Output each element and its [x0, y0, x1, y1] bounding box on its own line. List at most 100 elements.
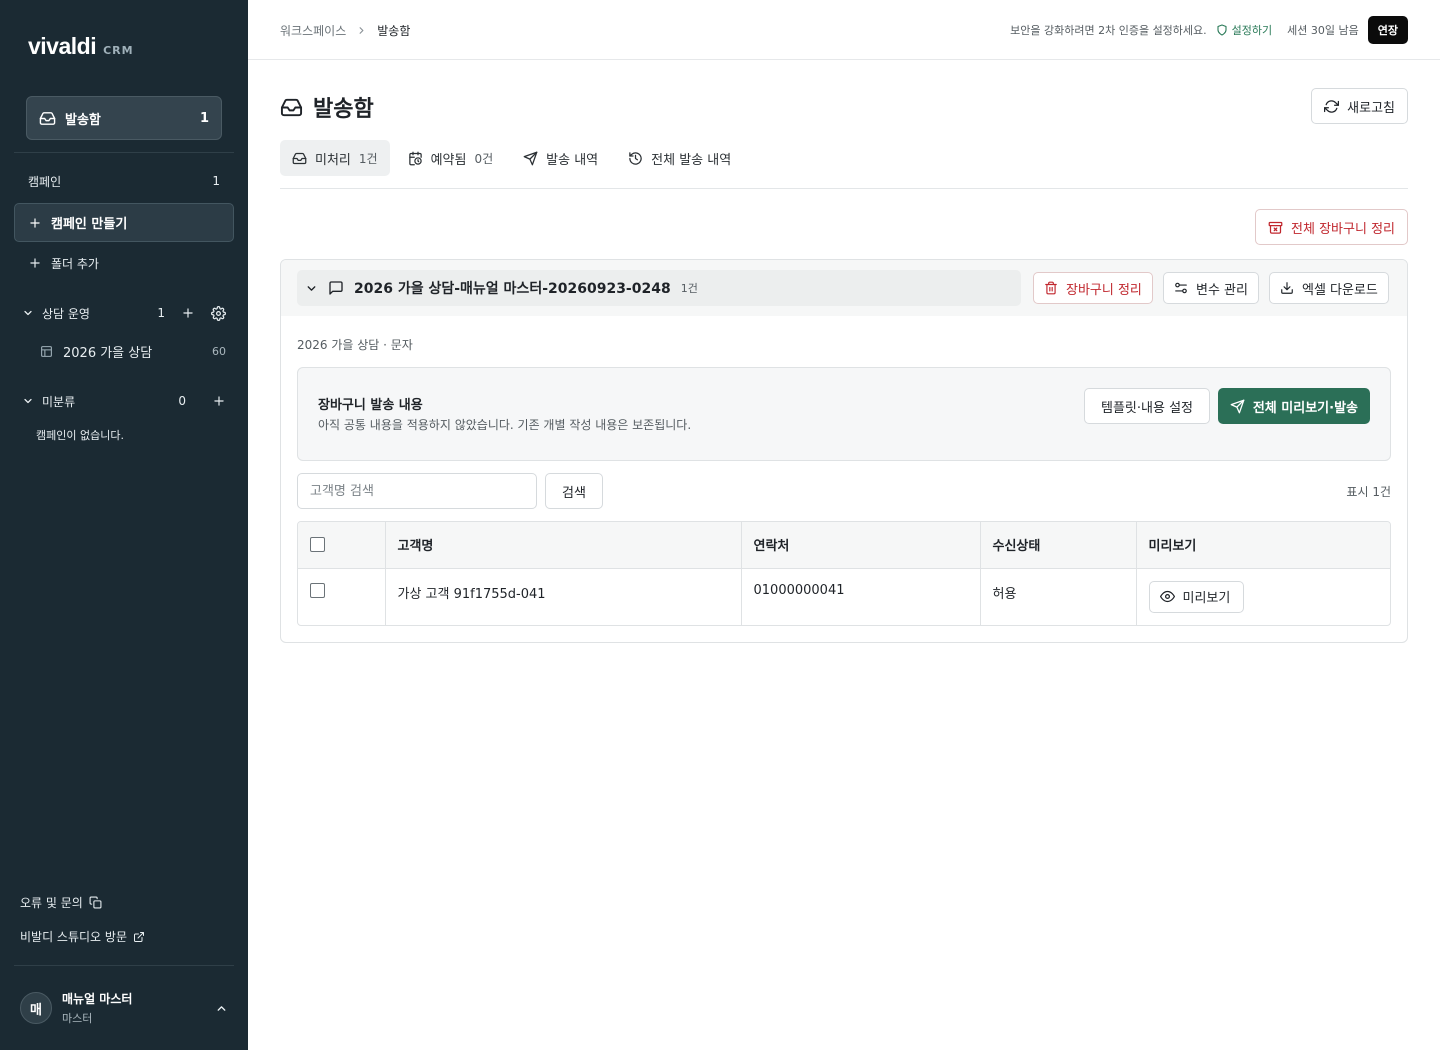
- user-info: 매뉴얼 마스터 마스터: [62, 990, 132, 1026]
- page-title: 발송함: [280, 91, 374, 123]
- brand-suffix: CRM: [103, 44, 134, 57]
- refresh-button[interactable]: 새로고침: [1311, 88, 1408, 124]
- topbar: 워크스페이스 발송함 보안을 강화하려면 2차 인증을 설정하세요. 설정하기 …: [248, 0, 1440, 60]
- inbox-icon: [292, 151, 307, 166]
- tab-label: 예약됨: [430, 152, 467, 168]
- campaign-count: 60: [212, 344, 226, 358]
- chevron-down-icon: [305, 282, 318, 295]
- clear-all-cart-button[interactable]: 전체 장바구니 정리: [1255, 209, 1408, 245]
- select-all-cell: [298, 522, 386, 569]
- sidebar: vivaldi CRM 발송함 1 캠페인 1 캠페인 만들기 폴더 추가 상담…: [0, 0, 248, 1050]
- create-campaign-button[interactable]: 캠페인 만들기: [14, 203, 234, 242]
- customer-search-input[interactable]: [297, 473, 537, 509]
- create-campaign-label: 캠페인 만들기: [51, 217, 128, 232]
- message-icon: [328, 280, 344, 296]
- link-label: 비발디 스튜디오 방문: [20, 930, 127, 944]
- setup-link-label: 설정하기: [1231, 24, 1273, 37]
- trash-icon: [1044, 281, 1058, 295]
- plus-icon: [28, 256, 42, 270]
- error-inquiry-link[interactable]: 오류 및 문의: [20, 894, 102, 911]
- user-name: 매뉴얼 마스터: [62, 992, 133, 1006]
- group-subtitle: 2026 가을 상담 · 문자: [297, 338, 413, 352]
- column-header[interactable]: 수신상태: [980, 522, 1137, 569]
- tab-label: 미처리: [315, 152, 351, 168]
- tab-scheduled[interactable]: 예약됨 0건: [396, 140, 506, 176]
- plus-icon: [28, 216, 42, 230]
- recipients-table: 고객명 연락처 수신상태 미리보기 가상 고객 91f1755d-041 010…: [297, 521, 1391, 626]
- add-folder-label: 폴더 추가: [51, 256, 99, 271]
- tab-all-history[interactable]: 전체 발송 내역: [616, 140, 743, 176]
- chevron-down-icon[interactable]: [22, 395, 34, 407]
- column-header: 미리보기: [1136, 522, 1390, 569]
- column-header[interactable]: 고객명: [385, 522, 742, 569]
- sidebar-item-campaign[interactable]: 2026 가을 상담 60: [14, 341, 234, 361]
- tab-label: 발송 내역: [546, 152, 599, 168]
- archive-icon: [1268, 220, 1283, 235]
- campaign-section-label: 캠페인: [28, 174, 62, 189]
- inbox-icon: [280, 96, 303, 119]
- chevron-down-icon[interactable]: [22, 307, 34, 319]
- logo[interactable]: vivaldi CRM: [28, 33, 134, 60]
- folder-consult-ops[interactable]: 상담 운영 1: [14, 303, 234, 323]
- clear-cart-button[interactable]: 장바구니 정리: [1033, 272, 1153, 304]
- excel-download-label: 엑셀 다운로드: [1302, 282, 1378, 298]
- session-remaining: 세션 30일 남음: [1287, 24, 1359, 37]
- studio-visit-link[interactable]: 비발디 스튜디오 방문: [20, 928, 145, 945]
- setup-2fa-link[interactable]: 설정하기: [1216, 22, 1272, 38]
- empty-folder-text: 캠페인이 없습니다.: [36, 429, 124, 442]
- extend-session-button[interactable]: 연장: [1367, 16, 1408, 44]
- phone-cell: 01000000041: [741, 568, 981, 625]
- table-icon: [40, 345, 53, 358]
- tab-pending[interactable]: 미처리 1건: [280, 140, 390, 176]
- add-folder-button[interactable]: 폴더 추가: [14, 253, 234, 273]
- customer-name-cell: 가상 고객 91f1755d-041: [385, 568, 742, 625]
- gear-icon[interactable]: [211, 305, 226, 321]
- preview-send-all-button[interactable]: 전체 미리보기·발송: [1217, 388, 1370, 424]
- folder-label: 상담 운영: [42, 306, 90, 321]
- preview-button[interactable]: 미리보기: [1148, 580, 1244, 613]
- link-label: 오류 및 문의: [20, 896, 83, 910]
- folder-label: 미분류: [42, 394, 76, 409]
- table-row: 가상 고객 91f1755d-041 01000000041 허용 미리보기: [298, 568, 1390, 625]
- clear-all-label: 전체 장바구니 정리: [1291, 221, 1395, 237]
- cart-description: 아직 공통 내용을 적용하지 않았습니다. 기존 개별 작성 내용은 보존됩니다…: [318, 418, 692, 432]
- tab-label: 전체 발송 내역: [651, 152, 732, 168]
- external-link-icon: [133, 931, 145, 943]
- outbox-count: 1: [199, 110, 209, 126]
- page-title-text: 발송함: [313, 97, 374, 122]
- cart-title: 장바구니 발송 내용: [318, 398, 423, 413]
- group-title: 2026 가을 상담-매뉴얼 마스터-20260923-0248: [354, 281, 671, 297]
- shield-icon: [1216, 24, 1228, 36]
- row-select-cell: [298, 568, 386, 625]
- select-all-checkbox[interactable]: [310, 537, 325, 553]
- breadcrumb-workspace[interactable]: 워크스페이스: [280, 22, 346, 39]
- template-settings-button[interactable]: 템플릿·내용 설정: [1084, 388, 1210, 424]
- chevron-up-icon: [215, 1002, 228, 1015]
- outbox-tabs: 미처리 1건 예약됨 0건 발송 내역 전체 발송 내역: [280, 140, 1408, 189]
- variable-icon: [1174, 281, 1188, 295]
- breadcrumb: 워크스페이스 발송함: [280, 22, 410, 39]
- clear-cart-label: 장바구니 정리: [1066, 282, 1142, 298]
- group-count: 1건: [680, 282, 698, 295]
- manage-variables-button[interactable]: 변수 관리: [1163, 272, 1259, 304]
- download-icon: [1280, 281, 1294, 295]
- sidebar-item-outbox[interactable]: 발송함 1: [26, 96, 222, 140]
- tab-sent[interactable]: 발송 내역: [511, 140, 610, 176]
- eye-icon: [1159, 589, 1175, 604]
- user-menu[interactable]: 매 매뉴얼 마스터 마스터: [20, 990, 234, 1026]
- consent-status-cell: 허용: [980, 568, 1137, 625]
- campaign-section-header: 캠페인 1: [14, 172, 234, 190]
- row-checkbox[interactable]: [310, 582, 325, 598]
- sidebar-divider: [14, 965, 234, 966]
- column-header[interactable]: 연락처: [741, 522, 981, 569]
- sidebar-divider: [14, 152, 234, 153]
- preview-label: 미리보기: [1182, 591, 1231, 606]
- folder-unclassified[interactable]: 미분류 0: [14, 391, 234, 411]
- group-toggle[interactable]: 2026 가을 상담-매뉴얼 마스터-20260923-0248 1건: [297, 270, 1021, 306]
- excel-download-button[interactable]: 엑셀 다운로드: [1269, 272, 1389, 304]
- group-header: 2026 가을 상담-매뉴얼 마스터-20260923-0248 1건 장바구니…: [281, 260, 1407, 316]
- search-button[interactable]: 검색: [545, 473, 603, 509]
- plus-icon[interactable]: [212, 394, 226, 408]
- calendar-clock-icon: [408, 151, 423, 166]
- plus-icon[interactable]: [181, 306, 195, 320]
